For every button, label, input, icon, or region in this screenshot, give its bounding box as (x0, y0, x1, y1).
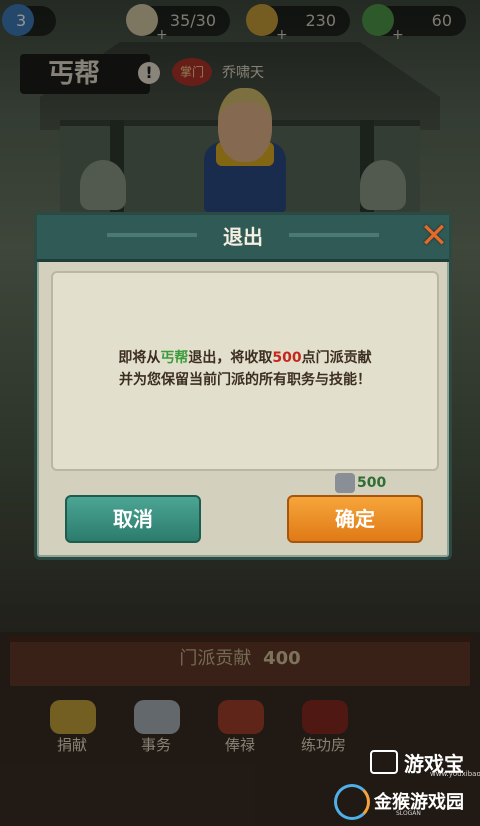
close-icon[interactable]: ✕ (417, 219, 451, 253)
gamepad-icon (370, 750, 398, 774)
leave-sect-dialog: 退出 ✕ 即将从丐帮退出，将收取500点门派贡献 并为您保留当前门派的所有职务与… (34, 212, 452, 560)
watermark-slogan: SLOGAN (396, 810, 421, 817)
dialog-message: 即将从丐帮退出，将收取500点门派贡献 并为您保留当前门派的所有职务与技能！ (53, 347, 437, 391)
watermark-url: www.youxibao.com (430, 770, 480, 778)
message-amount: 500 (272, 350, 302, 366)
cost-value: 500 (357, 475, 387, 491)
message-panel: 即将从丐帮退出，将收取500点门派贡献 并为您保留当前门派的所有职务与技能！ (51, 271, 439, 471)
message-sect-name: 丐帮 (160, 350, 189, 366)
confirm-button[interactable]: 确定 (287, 495, 423, 543)
message-suffix: 点门派贡献 (301, 350, 372, 366)
cancel-button[interactable]: 取消 (65, 495, 201, 543)
message-prefix: 即将从 (118, 350, 161, 366)
message-line-2: 并为您保留当前门派的所有职务与技能！ (119, 372, 371, 388)
dialog-title: 退出 (223, 225, 263, 249)
contribution-scroll-icon (335, 473, 355, 493)
dialog-header: 退出 (37, 215, 449, 262)
jinhou-logo-icon (334, 784, 370, 820)
watermark-jinhou: 金猴游戏园 SLOGAN (334, 780, 464, 820)
message-mid: 退出，将收取 (188, 350, 273, 366)
message-line-1: 即将从丐帮退出，将收取500点门派贡献 (53, 347, 437, 369)
